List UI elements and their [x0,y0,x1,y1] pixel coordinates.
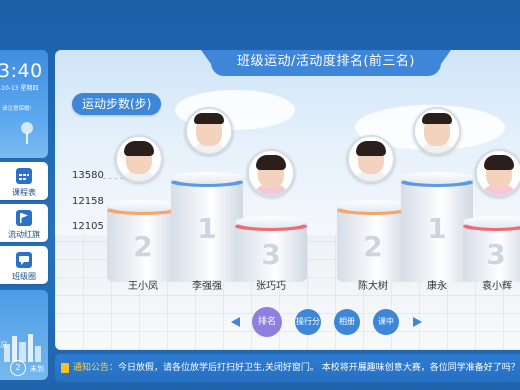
student-name: 康永 [427,281,447,292]
in-class-button[interactable]: 课中 [373,309,399,335]
notice-content: 通知公告：今日放假，请各位放学后打扫好卫生,关闭好窗门。 本校将开展趣味创意大赛… [73,354,520,382]
place-number: 2 [133,230,153,263]
place-number: 1 [197,212,217,245]
next-arrow-icon[interactable] [413,317,422,327]
student-name: 张巧巧 [256,281,286,292]
y-tick: 13580 [72,170,104,181]
nav-timetable[interactable]: 课程表 [0,162,48,200]
conduct-score-button[interactable]: 操行分 [295,309,321,335]
student-avatar[interactable] [475,149,520,197]
student-name: 李强强 [192,281,222,292]
y-tick: 12158 [72,196,104,207]
student-avatar[interactable] [247,149,295,197]
student-name: 陈大树 [358,281,388,292]
place-number: 2 [363,230,383,263]
city-icon [4,334,41,362]
student-avatar[interactable] [115,135,163,183]
student-name: 袁小辉 [482,281,512,292]
student-avatar[interactable] [413,107,461,155]
podium-2-left: 2 [107,200,179,282]
nav-class-circle[interactable]: 班级圈 [0,246,48,284]
clock-tip: 请注意保暖! [2,106,32,112]
place-number: 3 [261,238,281,271]
nav-red-flag[interactable]: 流动红旗 [0,204,48,242]
clock-date: -10-13 星期四 [0,85,39,92]
grid-line [103,178,123,179]
podium-2-right: 2 [337,200,409,282]
flag-icon [16,210,32,226]
student-avatar[interactable] [347,135,395,183]
notice-text: 今日放假，请各位放学后打扫好卫生,关闭好窗门。 本校将开展趣味创意大赛，各位同学… [118,363,520,373]
place-number: 3 [486,238,506,271]
y-tick: 12105 [72,221,104,232]
student-name: 王小凤 [128,281,158,292]
podium-3-right: 3 [463,216,520,282]
podium-3-left: 3 [235,216,307,282]
sidebar: 3:40 -10-13 星期四 请注意保暖! 课程表 流动红旗 班级圈 况 2 … [0,50,48,390]
ranking-button[interactable]: 排名 [252,307,282,337]
prev-arrow-icon[interactable] [231,317,240,327]
absent-count: 2 [10,360,26,376]
speaker-icon [61,363,69,373]
tree-icon [21,122,33,144]
chat-icon [16,252,32,268]
nav-label: 流动红旗 [8,230,40,239]
album-button[interactable]: 相册 [334,309,360,335]
metric-label: 运动步数(步) [72,93,162,115]
notice-bar: 通知公告：今日放假，请各位放学后打扫好卫生,关闭好窗门。 本校将开展趣味创意大赛… [55,354,520,382]
attendance-widget: 况 2 未到 [0,290,48,380]
student-avatar[interactable] [185,107,233,155]
clock-time: 3:40 [0,60,43,82]
calendar-icon [16,168,32,184]
attendance-label: 况 [0,341,7,349]
absent-label: 未到 [30,365,44,373]
ranking-panel: 班级运动/活动度排名(前三名) 运动步数(步) 13580 12158 1210… [55,50,520,350]
notice-label: 通知公告： [73,363,119,373]
panel-title: 班级运动/活动度排名(前三名) [201,50,451,76]
nav-label: 课程表 [12,188,36,197]
podium-1-left: 1 [171,172,243,282]
nav-label: 班级圈 [12,272,36,281]
clock-widget: 3:40 -10-13 星期四 请注意保暖! [0,50,48,158]
